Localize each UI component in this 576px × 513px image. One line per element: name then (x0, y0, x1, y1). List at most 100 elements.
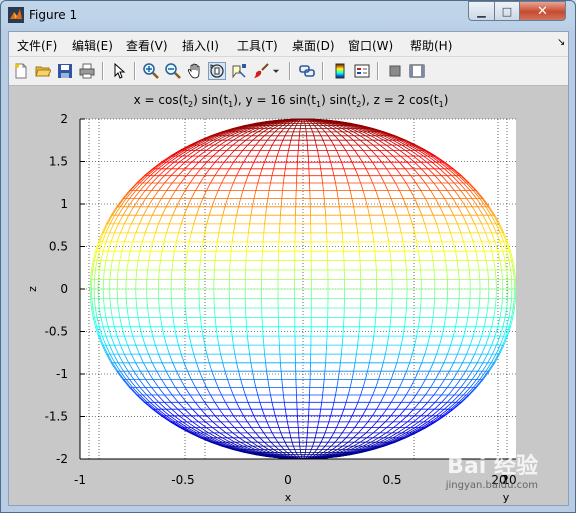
mesh-meridian (279, 354, 281, 363)
mesh-meridian (198, 269, 200, 280)
mesh-meridian (299, 449, 302, 453)
mesh-meridian (261, 317, 263, 327)
new-file-icon[interactable] (12, 62, 30, 80)
hide-plot-tools-icon[interactable] (386, 62, 404, 80)
mesh-meridian (245, 260, 247, 271)
mesh-meridian (359, 307, 361, 318)
title-text: x = cos(t (134, 93, 189, 107)
menu-help[interactable]: 帮助(H) (410, 37, 452, 54)
brush-icon[interactable] (252, 62, 270, 80)
z-tick-label: -0.5 (45, 325, 68, 339)
zoom-out-icon[interactable] (164, 62, 182, 80)
title-text: ) sin(t (193, 93, 228, 107)
matlab-icon (8, 7, 24, 23)
toolbar-separator (289, 62, 291, 80)
mesh-meridian (278, 336, 280, 346)
mesh-meridian (326, 232, 328, 242)
mesh-meridian (300, 121, 302, 124)
mesh-meridian (343, 251, 345, 261)
dropdown-arrow-icon[interactable] (271, 62, 281, 80)
mesh-meridian (406, 298, 408, 309)
z-tick-label: 0.5 (49, 240, 68, 254)
toolbar-separator (134, 62, 136, 80)
mesh-meridian (326, 336, 328, 346)
mesh-meridian (301, 119, 303, 122)
mesh-meridian (303, 119, 305, 122)
mesh-meridian (245, 307, 247, 318)
mesh-meridian (300, 454, 302, 457)
maximize-button[interactable]: □ (494, 1, 520, 21)
mesh-meridian (325, 354, 327, 363)
title-text: ) sin(t (321, 93, 356, 107)
mesh-meridian (279, 345, 281, 355)
mesh-meridian (325, 345, 327, 355)
colorbar-icon[interactable] (331, 62, 349, 80)
menu-window[interactable]: 窗口(W) (348, 37, 393, 54)
z-tick-label: -2 (56, 452, 68, 466)
figure-window: Figure 1 ▁ □ ✕ 文件(F) 编辑(E) 查看(V) 插入(I) 工… (0, 0, 576, 513)
save-icon[interactable] (56, 62, 74, 80)
title-bar[interactable]: Figure 1 ▁ □ ✕ (1, 1, 575, 31)
z-tick-label: 0 (60, 282, 68, 296)
z-tick-label: 2 (60, 112, 68, 126)
mesh-meridian (304, 449, 307, 453)
menu-insert[interactable]: 插入(I) (182, 37, 219, 54)
menu-desktop[interactable]: 桌面(D) (292, 37, 335, 54)
y-tick-label: 20 (501, 473, 516, 487)
menu-file[interactable]: 文件(F) (17, 37, 57, 54)
rotate-3d-icon[interactable] (208, 62, 226, 80)
plot-svg[interactable]: x = cos(t2) sin(t1), y = 16 sin(t1) sin(… (9, 86, 568, 505)
figure-canvas[interactable]: x = cos(t2) sin(t1), y = 16 sin(t1) sin(… (9, 86, 568, 505)
x-axis-label: x (285, 491, 292, 504)
open-folder-icon[interactable] (34, 62, 52, 80)
title-text: ), y = 16 sin(t (233, 93, 316, 107)
mesh-meridian (406, 269, 408, 280)
menu-tools[interactable]: 工具(T) (237, 37, 278, 54)
figure-client-area: 文件(F) 编辑(E) 查看(V) 插入(I) 工具(T) 桌面(D) 窗口(W… (8, 31, 569, 506)
mesh-meridian (299, 125, 302, 129)
close-button[interactable]: ✕ (519, 1, 566, 21)
pointer-icon[interactable] (110, 62, 128, 80)
z-tick-label: 1 (60, 197, 68, 211)
x-tick-label: -1 (74, 473, 86, 487)
toolbar-separator (102, 62, 104, 80)
mesh-meridian (279, 223, 281, 233)
title-text: ) (444, 93, 449, 107)
z-axis-label: z (26, 286, 39, 292)
title-text: ), z = 2 cos(t (361, 93, 439, 107)
menu-edit[interactable]: 编辑(E) (72, 37, 113, 54)
mesh-meridian (301, 456, 303, 459)
show-plot-tools-icon[interactable] (408, 62, 426, 80)
mesh-meridian (304, 121, 306, 124)
link-icon[interactable] (298, 62, 316, 80)
mesh-meridian (278, 232, 280, 242)
z-tick-label: -1.5 (45, 410, 68, 424)
toolbar-separator (377, 62, 379, 80)
dock-arrow-icon[interactable]: ↘ (557, 37, 565, 48)
x-tick-label: -0.5 (171, 473, 194, 487)
z-tick-label: -1 (56, 367, 68, 381)
minimize-button[interactable]: ▁ (468, 1, 495, 21)
y-axis-label: y (503, 491, 510, 504)
legend-icon[interactable] (353, 62, 371, 80)
mesh-meridian (261, 251, 263, 261)
x-tick-label: 0.5 (382, 473, 401, 487)
mesh-meridian (325, 223, 327, 233)
mesh-meridian (304, 454, 306, 457)
mesh-meridian (343, 317, 345, 327)
zoom-in-icon[interactable] (142, 62, 160, 80)
z-tick-label: 1.5 (49, 155, 68, 169)
mesh-meridian (279, 215, 281, 224)
menu-view[interactable]: 查看(V) (126, 37, 168, 54)
data-cursor-icon[interactable] (230, 62, 248, 80)
menu-bar: 文件(F) 编辑(E) 查看(V) 插入(I) 工具(T) 桌面(D) 窗口(W… (9, 32, 568, 57)
toolbar-separator (322, 62, 324, 80)
mesh-meridian (303, 456, 305, 459)
mesh-meridian (359, 260, 361, 271)
print-icon[interactable] (78, 62, 96, 80)
pan-hand-icon[interactable] (186, 62, 204, 80)
figure-toolbar (9, 57, 568, 86)
mesh-meridian (325, 215, 327, 224)
plot-title: x = cos(t2) sin(t1), y = 16 sin(t1) sin(… (134, 93, 449, 109)
mesh-meridian (198, 298, 200, 309)
